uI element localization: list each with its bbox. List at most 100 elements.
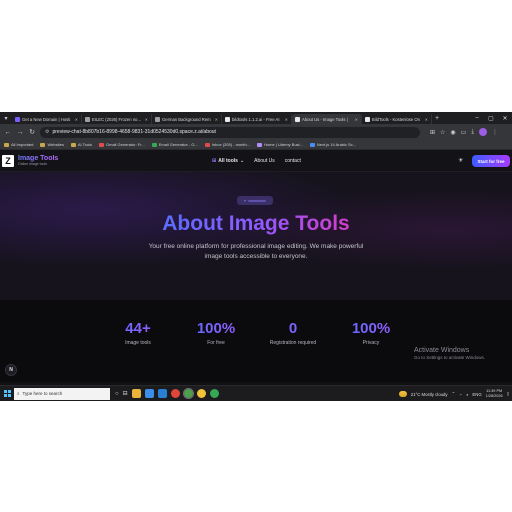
- search-placeholder: Type here to search: [22, 391, 63, 396]
- extensions-icon[interactable]: ◉: [450, 129, 455, 136]
- browser-tab[interactable]: bildtools 1.1.2.ai - Free AI ✕: [222, 114, 292, 124]
- close-icon[interactable]: ✕: [425, 117, 428, 122]
- tab-title: EILEC (2026) Frozen now on: [92, 116, 143, 122]
- bookmark-item[interactable]: Inbox (205) - month...: [204, 142, 251, 147]
- bookmark-label: Next.js 14 Arabic Sc...: [316, 142, 357, 147]
- stat-label: Privacy: [362, 340, 380, 346]
- close-icon[interactable]: ✕: [75, 117, 78, 122]
- bookmark-item[interactable]: All Important: [4, 142, 33, 147]
- chevron-up-icon[interactable]: ⌃: [452, 391, 456, 397]
- bookmark-star-icon[interactable]: ☆: [440, 129, 445, 136]
- stat-label: Image tools: [125, 340, 151, 346]
- email-icon: [151, 142, 157, 147]
- back-icon[interactable]: ←: [4, 129, 12, 136]
- new-tab-button[interactable]: +: [432, 115, 442, 122]
- browser-tab-active[interactable]: About Us - Image Tools | ✕: [292, 114, 362, 124]
- minimize-icon[interactable]: –: [470, 112, 484, 124]
- nav-link-contact[interactable]: contact: [285, 158, 301, 164]
- close-icon[interactable]: ✕: [215, 117, 218, 122]
- main-nav: ⊞ All tools ⌄ About Us contact: [212, 150, 301, 172]
- vscode-icon[interactable]: [157, 389, 167, 398]
- bookmark-label: Websites: [47, 142, 64, 147]
- tab-favicon-icon: [155, 116, 160, 122]
- tab-title: Get a New Domain | Hosti: [22, 116, 71, 122]
- tab-favicon-icon: [85, 116, 90, 122]
- stat-label: Registration required: [269, 340, 317, 346]
- translate-icon[interactable]: ⊞: [430, 129, 435, 136]
- store-icon[interactable]: [144, 389, 154, 398]
- bookmark-item[interactable]: Websites: [40, 142, 64, 147]
- clock[interactable]: 11:39 PM 1/28/2026: [486, 389, 503, 399]
- close-window-icon[interactable]: ✕: [498, 112, 512, 124]
- windows-taskbar: ⌕ Type here to search ○ ⊟ 21°C Mostly cl…: [0, 385, 512, 401]
- task-view-icon[interactable]: ○: [115, 391, 119, 397]
- notifications-icon[interactable]: ▯: [507, 391, 509, 397]
- all-tools-menu[interactable]: ⊞ All tools ⌄: [212, 158, 244, 164]
- brand[interactable]: Image Tools Online image tools: [18, 155, 58, 166]
- browser-tab[interactable]: Get a New Domain | Hosti ✕: [12, 114, 82, 124]
- bookmark-item[interactable]: Home | Udemy Busi...: [257, 142, 303, 147]
- chrome-profile-2-icon[interactable]: [209, 389, 219, 398]
- hero-badge: ✦: [237, 196, 273, 205]
- stats-section: 44+ Image tools 100% For free 0 Registra…: [0, 300, 512, 382]
- forward-icon[interactable]: →: [16, 129, 24, 136]
- hero-section: ✦ About Image Tools Your free online pla…: [0, 172, 512, 300]
- widgets-icon[interactable]: ⊟: [123, 390, 128, 397]
- language-indicator[interactable]: ENG: [472, 392, 481, 397]
- profile-avatar[interactable]: [479, 128, 487, 136]
- theme-toggle-icon[interactable]: ☀: [458, 157, 463, 164]
- date-text: 1/28/2026: [485, 394, 503, 398]
- maximize-icon[interactable]: ▢: [484, 112, 498, 124]
- stat-value: 0: [258, 320, 328, 337]
- browser-actions: ⊞ ☆ ◉ ▭ ⤓ ⋮: [430, 128, 498, 136]
- taskbar-search[interactable]: ⌕ Type here to search: [14, 387, 110, 400]
- bookmark-item[interactable]: Next.js 14 Arabic Sc...: [309, 142, 357, 147]
- taskbar-apps: ○ ⊟: [115, 388, 219, 399]
- start-button[interactable]: [0, 386, 14, 402]
- tab-search-icon[interactable]: ▾: [0, 112, 12, 124]
- badge-bar: [248, 199, 267, 202]
- stat-item: 100% For free: [181, 320, 251, 346]
- reload-icon[interactable]: ↻: [28, 128, 36, 136]
- gmail-icon: [204, 142, 210, 147]
- close-icon[interactable]: ✕: [285, 117, 288, 122]
- tab-favicon-icon: [295, 116, 300, 122]
- menu-icon[interactable]: ⋮: [492, 129, 498, 136]
- stat-item: 0 Registration required: [258, 320, 328, 346]
- start-for-free-button[interactable]: Start for free: [472, 155, 510, 167]
- udemy-icon: [257, 142, 263, 147]
- tab-title: About Us - Image Tools |: [302, 116, 348, 122]
- windows-logo-icon: [3, 390, 11, 397]
- chrome-icon[interactable]: [170, 389, 180, 398]
- folder-icon: [70, 142, 76, 147]
- floating-badge-button[interactable]: N: [5, 364, 17, 376]
- browser-tab-strip: ▾ Get a New Domain | Hosti ✕ EILEC (2026)…: [0, 112, 512, 124]
- close-icon[interactable]: ✕: [145, 117, 148, 122]
- browser-tab[interactable]: EILEC (2026) Frozen now on ✕: [82, 114, 152, 124]
- volume-icon[interactable]: ◖: [466, 392, 469, 397]
- bookmark-label: Inbox (205) - month...: [211, 142, 251, 147]
- file-explorer-icon[interactable]: [131, 389, 141, 398]
- tab-title: BildTools - Kostenlose On: [372, 116, 420, 122]
- weather-text[interactable]: 21°C Mostly cloudy: [411, 392, 448, 397]
- network-icon[interactable]: ◔: [459, 392, 462, 397]
- chevron-down-icon: ⌄: [239, 158, 245, 164]
- close-icon[interactable]: ✕: [355, 117, 358, 122]
- browser-tab[interactable]: German Background Rem ✕: [152, 114, 222, 124]
- tab-favicon-icon: [365, 116, 370, 122]
- chrome-active-icon[interactable]: [182, 388, 194, 399]
- bookmark-item[interactable]: AI Tools: [70, 142, 92, 147]
- site-info-icon[interactable]: ⚙: [45, 129, 49, 135]
- site-logo[interactable]: Z: [2, 154, 14, 167]
- split-icon[interactable]: ▭: [461, 129, 467, 136]
- nav-link-about[interactable]: About Us: [254, 158, 275, 164]
- bookmark-item[interactable]: Email Generator - G...: [151, 142, 198, 147]
- chrome-profile-icon[interactable]: [196, 389, 206, 398]
- bookmark-label: All Important: [11, 142, 34, 147]
- brand-name: Image Tools: [18, 155, 59, 162]
- address-bar[interactable]: ⚙ preview-chat-8b807b16-8998-4658-9831-3…: [40, 126, 420, 138]
- browser-tab[interactable]: BildTools - Kostenlose On ✕: [362, 114, 432, 124]
- download-icon[interactable]: ⤓: [471, 129, 474, 136]
- bookmark-item[interactable]: Gmail Generator: Fr...: [99, 142, 145, 147]
- site-header: Z Image Tools Online image tools ⊞ All t…: [0, 150, 512, 172]
